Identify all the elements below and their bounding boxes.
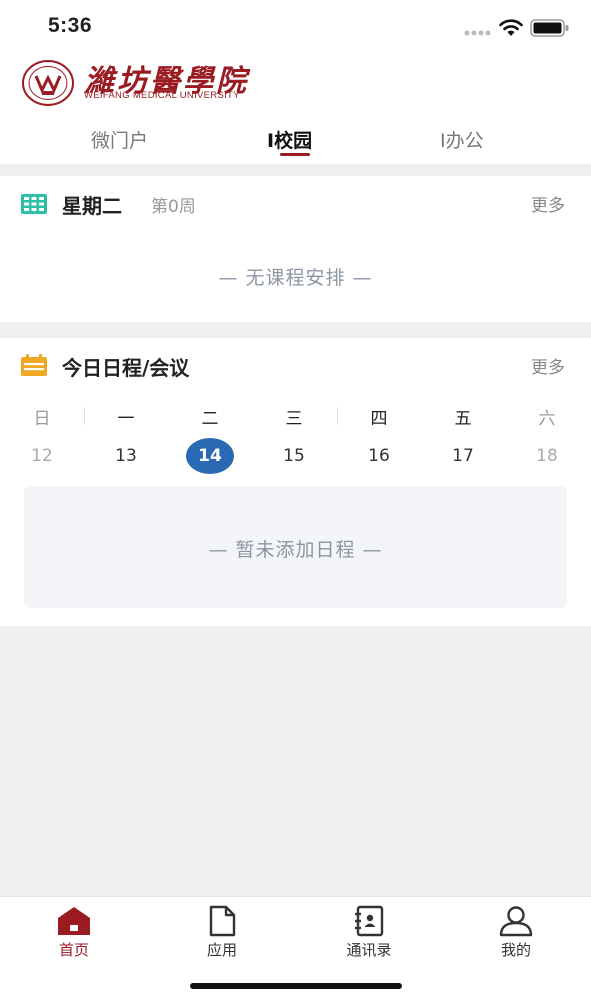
user-icon: [499, 906, 533, 937]
home-indicator: [190, 983, 402, 989]
battery-icon: [530, 19, 569, 37]
course-card: 星期二 第0周 更多 — 无课程安排 —: [0, 176, 591, 322]
home-icon: [58, 907, 90, 935]
week-number: 第0周: [151, 197, 196, 217]
tab-home-label: 首页: [58, 941, 89, 959]
date-cell[interactable]: 13: [101, 446, 151, 466]
date-cell[interactable]: 15: [269, 446, 319, 466]
date-cell[interactable]: 16: [354, 446, 404, 466]
status-bar: 5:36: [0, 0, 591, 56]
course-more-link[interactable]: 更多: [531, 191, 565, 216]
tab-apps[interactable]: 应用: [177, 905, 267, 960]
tab-contacts-label: 通讯录: [346, 941, 392, 959]
date-cell[interactable]: 12: [17, 446, 67, 466]
weekday-row: 日 一 二 三 四 五 六: [0, 404, 591, 429]
weekday-label: 四: [370, 409, 388, 429]
active-tab-indicator: [280, 153, 310, 156]
university-seal-logo: [22, 60, 74, 106]
date-cell-selected[interactable]: 14: [186, 438, 234, 474]
table-icon: [21, 194, 47, 214]
weekday-label: 五: [454, 409, 472, 429]
course-day-title: 星期二: [62, 194, 122, 218]
weekday-divider: [337, 407, 338, 425]
date-cell[interactable]: 17: [438, 446, 488, 466]
tab-micro-portal[interactable]: 微门户: [91, 126, 148, 153]
weekday-label: 一: [117, 409, 135, 429]
schedule-empty-text: — 暂未添加日程 —: [208, 539, 383, 561]
weekday-label: 二: [201, 409, 219, 429]
tab-home[interactable]: 首页: [29, 905, 119, 960]
logo-english-name: WEIFANG MEDICAL UNIVERSITY: [84, 90, 240, 101]
schedule-more-link[interactable]: 更多: [531, 353, 565, 378]
calendar-icon: [21, 354, 47, 376]
schedule-card: 今日日程/会议 更多 日 一 二 三 四 五 六 12 13 14 15 16 …: [0, 338, 591, 626]
course-empty-text: — 无课程安排 —: [218, 267, 373, 289]
file-icon: [209, 905, 236, 937]
signal-dots-icon: [464, 30, 491, 36]
tab-apps-label: 应用: [206, 941, 237, 959]
tab-me[interactable]: 我的: [471, 905, 561, 960]
weekday-divider: [84, 407, 85, 425]
schedule-title: 今日日程/会议: [62, 356, 190, 380]
tab-office[interactable]: I办公: [440, 126, 484, 153]
date-cell[interactable]: 18: [522, 446, 572, 466]
tab-contacts[interactable]: 通讯录: [324, 905, 414, 960]
date-row: 12 13 14 15 16 17 18: [0, 438, 591, 478]
app-header: 濰坊醫學院 WEIFANG MEDICAL UNIVERSITY 微门户 I校园…: [0, 56, 591, 164]
schedule-empty-box: — 暂未添加日程 —: [24, 486, 567, 608]
tab-me-label: 我的: [500, 941, 531, 959]
wifi-icon: [499, 19, 523, 36]
weekday-label: 六: [538, 409, 556, 429]
contacts-icon: [355, 905, 384, 937]
weekday-label: 日: [33, 409, 51, 429]
tab-campus[interactable]: I校园: [267, 126, 312, 153]
weekday-label: 三: [285, 409, 303, 429]
status-time: 5:36: [48, 14, 93, 37]
